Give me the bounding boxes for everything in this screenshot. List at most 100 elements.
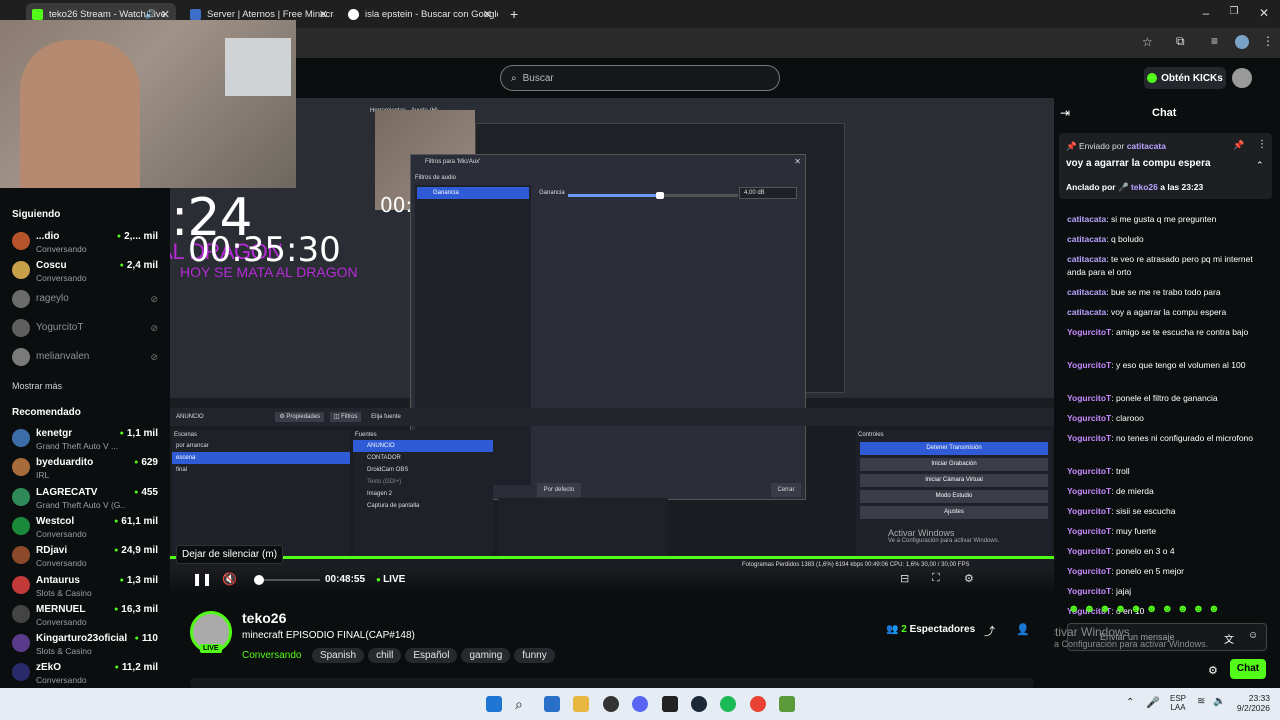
sidebar-channel-item[interactable]: LAGRECATVGrand Theft Auto V (G... 455 [0,485,170,513]
sidebar-channel-item[interactable]: melianvalen ⊘ [0,345,170,373]
theater-mode-icon[interactable]: ⊟ [900,572,909,585]
sidebar-channel-item[interactable]: MERNUELConversando 16,3 mil [0,602,170,630]
chat-settings-icon[interactable]: ⚙ [1208,664,1218,677]
scene-item[interactable]: final [172,464,350,476]
start-recording-button[interactable]: Iniciar Grabación [860,458,1048,471]
sidebar-channel-item[interactable]: kenetgr Grand Theft Auto V ...1,1 mil [0,426,170,454]
store-icon[interactable] [544,696,560,712]
maximize-icon[interactable]: ❐ [1224,6,1244,17]
steam-icon[interactable] [691,696,707,712]
chat-username[interactable]: YogurcitoT [1067,486,1111,496]
clock[interactable]: 23:33 9/2/2026 [1232,693,1270,713]
source-item[interactable]: DroidCam OBS [353,464,493,476]
collapse-chat-icon[interactable]: ⇥ [1060,106,1070,120]
stop-stream-button[interactable]: Detener Transmisión [860,442,1048,455]
chat-username[interactable]: YogurcitoT [1067,526,1111,536]
source-item[interactable]: Texto (GDI+) [353,476,493,488]
tag-pill[interactable]: funny [514,648,555,663]
sidebar-channel-item[interactable]: byeduarditoIRL 629 [0,455,170,483]
properties-button[interactable]: ⚙ Propiedades [275,412,325,422]
sidebar-channel-item[interactable]: YogurcitoT ⊘ [0,316,170,344]
chat-username[interactable]: YogurcitoT [1067,506,1111,516]
chat-username[interactable]: YogurcitoT [1067,546,1111,556]
sidebar-channel-item[interactable]: WestcolConversando 61,1 mil [0,514,170,542]
translate-icon[interactable]: 文 [1224,631,1234,646]
close-dialog-button[interactable]: Cerrar [771,483,801,497]
volume-icon[interactable]: 🔉 [1213,696,1225,707]
minecraft-icon[interactable] [779,696,795,712]
source-item-selected[interactable]: ANUNCIO [353,440,493,452]
chat-username[interactable]: YogurcitoT [1067,327,1111,337]
share-icon[interactable]: ⤴ [984,623,995,639]
sidebar-channel-item[interactable]: Coscu Conversando 2,4 mil [0,258,170,286]
pin-icon[interactable]: 📌 [1233,140,1244,151]
settings-gear-icon[interactable]: ⚙ [964,572,974,585]
tag-pill[interactable]: Español [405,648,458,663]
browser-tab-google[interactable]: isla epstein - Buscar con Google ✕ [342,3,498,25]
fullscreen-icon[interactable]: ⛶ [932,572,940,585]
minimize-icon[interactable]: – [1196,6,1216,20]
scene-item-selected[interactable]: escena [172,452,350,464]
studio-mode-button[interactable]: Modo Estudio [860,490,1048,503]
show-more-link[interactable]: Mostrar más [12,381,62,391]
tray-mic-icon[interactable]: 🎤 [1146,696,1160,709]
chat-username[interactable]: YogurcitoT [1067,586,1111,596]
search-input[interactable]: ⌕ Buscar [500,65,780,91]
chat-username[interactable]: YogurcitoT [1067,360,1111,370]
settings-button[interactable]: Ajustes [860,506,1048,519]
discord-icon[interactable] [632,696,648,712]
chat-username[interactable]: catitacata [1067,234,1106,244]
chat-username[interactable]: YogurcitoT [1067,393,1111,403]
pause-icon[interactable]: ❚❚ [192,572,212,586]
chat-username[interactable]: YogurcitoT [1067,466,1111,476]
filter-item-gain[interactable]: Ganancia [417,187,529,199]
chat-username[interactable]: YogurcitoT [1067,566,1111,576]
chat-username[interactable]: catitacata [1067,214,1106,224]
source-item[interactable]: Captura de pantalla [353,500,493,512]
sidebar-channel-item[interactable]: RDjaviConversando 24,9 mil [0,543,170,571]
obs-icon[interactable] [603,696,619,712]
wifi-icon[interactable]: ≋ [1197,696,1205,707]
sidebar-channel-item[interactable]: Kingarturo23oficialSlots & Casino 110 [0,631,170,659]
progress-bar[interactable] [170,556,1054,559]
close-tab-icon[interactable]: ✕ [161,8,170,21]
sidebar-channel-item[interactable]: AntaurusSlots & Casino 1,3 mil [0,573,170,601]
chat-username[interactable]: catitacata [1067,287,1106,297]
close-tab-icon[interactable]: ✕ [483,8,492,21]
close-window-icon[interactable]: ✕ [1254,6,1274,20]
stream-category[interactable]: Conversando [242,650,301,661]
more-options-icon[interactable]: ⋮ [1257,139,1267,150]
close-tab-icon[interactable]: ✕ [319,8,328,21]
muted-speaker-icon[interactable]: 🔇 [222,572,237,586]
channel-name[interactable]: teko26 [242,610,286,626]
gain-slider[interactable] [568,192,738,199]
media-icon[interactable]: ≡ [1211,34,1218,48]
follow-icon[interactable]: 👤 [1016,623,1030,636]
filters-dialog-close-icon[interactable]: ✕ [794,157,801,166]
chat-username[interactable]: catitacata [1067,307,1106,317]
windows-start-icon[interactable] [486,696,502,712]
default-button[interactable]: Por defecto [537,483,581,497]
gain-value-input[interactable]: 4,00 dB [739,187,797,199]
volume-slider[interactable] [254,575,320,585]
chat-username[interactable]: catitacata [1067,254,1106,264]
video-player[interactable]: Herramientas Ayuda (H) 00:35:24 Filtros … [170,98,1054,594]
extensions-icon[interactable]: ⧉ [1176,34,1185,49]
chat-username[interactable]: YogurcitoT [1067,433,1111,443]
chat-send-button[interactable]: Chat [1230,659,1266,679]
choose-source-button[interactable]: Elija fuente [367,412,405,422]
emote-bar[interactable]: ☻☻☻☻☻☻☻☻☻☻ [1068,603,1224,615]
source-item[interactable]: CONTADOR [353,452,493,464]
collapse-pin-icon[interactable]: ⌃ [1256,160,1264,171]
file-explorer-icon[interactable] [573,696,589,712]
profile-avatar[interactable] [1235,35,1249,49]
tray-chevron-icon[interactable]: ⌃ [1126,697,1134,708]
bookmark-star-icon[interactable]: ☆ [1142,35,1153,49]
new-tab-button[interactable]: + [504,3,524,25]
tag-pill[interactable]: chill [368,648,402,663]
sidebar-channel-item[interactable]: rageylo ⊘ [0,287,170,315]
chat-username[interactable]: YogurcitoT [1067,413,1111,423]
volume-slider-handle[interactable] [254,575,264,585]
user-avatar[interactable] [1232,68,1252,88]
epic-games-icon[interactable] [662,696,678,712]
